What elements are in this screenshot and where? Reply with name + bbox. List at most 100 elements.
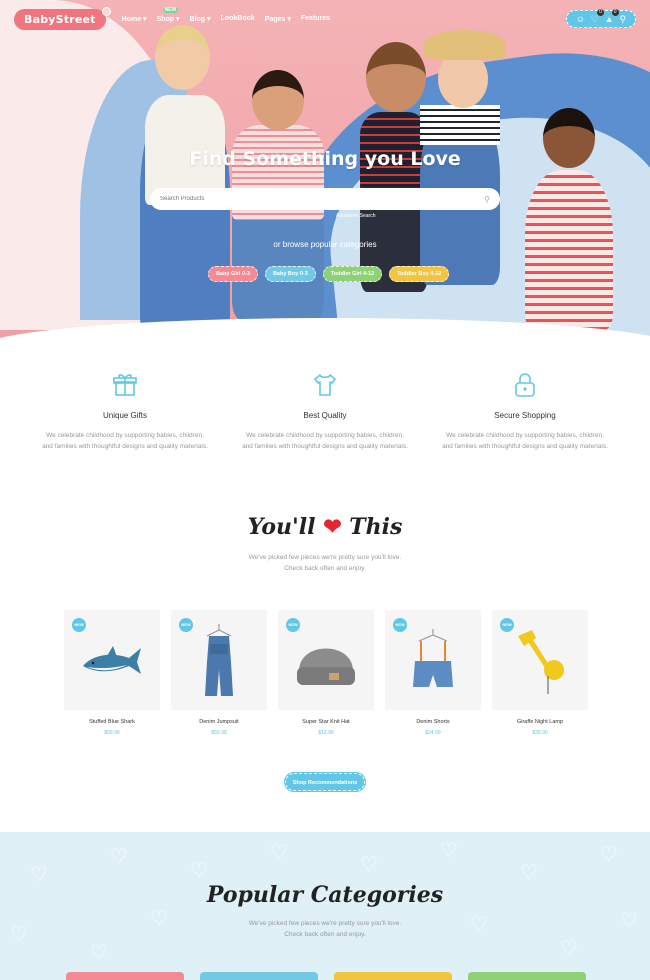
heart-icon[interactable]: ♡ 0 — [591, 8, 604, 25]
search-icon[interactable]: ⚲ — [484, 195, 490, 204]
section-subtitle: We've picked few pieces we're pretty sur… — [0, 552, 650, 574]
product-name[interactable]: Denim Shorts — [385, 719, 481, 725]
product-card[interactable]: NEW Giraffe Night Lamp $39.90 — [492, 610, 588, 736]
main-menu: Home ▾ NEW Shop ▾ Blog ▾ LookBook Pages ▾… — [122, 7, 330, 23]
menu-label: Shop — [156, 16, 175, 23]
product-name[interactable]: Stuffed Blue Shark — [64, 719, 160, 725]
heart-pattern-icon: ♡ — [600, 844, 618, 866]
category-tile[interactable] — [334, 972, 452, 980]
menu-item-features[interactable]: Features — [301, 15, 330, 23]
feature-text: We celebrate childhood by supporting bab… — [242, 432, 408, 450]
feature-text: We celebrate childhood by supporting bab… — [42, 432, 208, 450]
hero-title: Find Something you Love — [189, 148, 461, 170]
top-nav: BabyStreet Home ▾ NEW Shop ▾ Blog ▾ LookB… — [14, 6, 636, 30]
brand-name: BabyStreet — [24, 12, 96, 26]
features-row: Unique Gifts We celebrate childhood by s… — [40, 372, 610, 452]
denim-jumpsuit-image — [205, 624, 233, 696]
subtitle-line: We've picked few pieces we're pretty sur… — [248, 554, 402, 561]
product-price: $59.99 — [211, 730, 227, 736]
product-image[interactable]: NEW — [278, 610, 374, 710]
feature-item: Unique Gifts We celebrate childhood by s… — [40, 372, 210, 452]
new-badge: NEW — [162, 7, 179, 13]
product-grid: NEW Stuffed Blue Shark $59.99 NEW Denim … — [64, 610, 588, 736]
category-pill-toddler-boy[interactable]: Toddler Boy 4-12 — [389, 266, 450, 282]
menu-item-blog[interactable]: Blog ▾ — [190, 15, 211, 23]
product-card[interactable]: NEW Stuffed Blue Shark $59.99 — [64, 610, 160, 736]
logo-badge — [101, 6, 111, 16]
search-icon[interactable]: ⚲ — [619, 14, 626, 25]
feature-item: Best Quality We celebrate childhood by s… — [240, 372, 410, 452]
shop-recommendations-button[interactable]: Shop Recommendations — [285, 773, 365, 791]
product-image[interactable]: NEW — [171, 610, 267, 710]
new-badge: NEW — [72, 618, 86, 632]
product-card[interactable]: NEW Denim Jumpsuit $59.99 — [171, 610, 267, 736]
advanced-search-link[interactable]: Advanced Search — [336, 213, 375, 219]
shark-toy-image — [83, 646, 141, 674]
lock-icon — [515, 373, 535, 397]
product-image[interactable]: NEW — [64, 610, 160, 710]
product-price: $39.90 — [532, 730, 548, 736]
menu-label: Home — [121, 16, 142, 23]
search-input[interactable] — [160, 196, 485, 202]
product-card[interactable]: NEW Super Star Knit Hat $12.99 — [278, 610, 374, 736]
product-name[interactable]: Giraffe Night Lamp — [492, 719, 588, 725]
denim-shorts-image — [413, 629, 453, 687]
gift-icon — [113, 374, 137, 396]
new-badge: NEW — [179, 618, 193, 632]
product-name[interactable]: Denim Jumpsuit — [171, 719, 267, 725]
category-pill-toddler-girl[interactable]: Toddler Girl 4-12 — [322, 266, 383, 282]
menu-item-home[interactable]: Home ▾ — [122, 15, 147, 23]
subtitle-line: Check back often and enjoy. — [284, 565, 366, 572]
menu-label: Blog — [189, 16, 206, 23]
category-tiles — [66, 972, 586, 980]
title-part: This — [349, 514, 403, 540]
feature-title: Unique Gifts — [102, 411, 148, 420]
heart-pattern-icon: ♡ — [90, 942, 108, 964]
header-actions: ☺ ♡ 0 ▲ 0 ⚲ — [566, 8, 636, 28]
section-subtitle: We've picked few pieces we're pretty sur… — [0, 918, 650, 940]
menu-label: LookBook — [220, 15, 255, 22]
feature-item: Secure Shopping We celebrate childhood b… — [440, 372, 610, 452]
feature-title: Secure Shopping — [494, 411, 556, 420]
cart-icon[interactable]: ▲ 0 — [605, 9, 619, 24]
feature-text: We celebrate childhood by supporting bab… — [442, 432, 608, 450]
category-pill-baby-boy[interactable]: Baby Boy 0-3 — [264, 266, 316, 282]
brand-logo[interactable]: BabyStreet — [14, 6, 111, 30]
subtitle-line: We've picked few pieces we're pretty sur… — [248, 920, 402, 927]
product-image[interactable]: NEW — [492, 610, 588, 710]
category-pills: Baby Girl 0-3 Baby Boy 0-3 Toddler Girl … — [208, 266, 450, 282]
new-badge: NEW — [500, 618, 514, 632]
category-pill-baby-girl[interactable]: Baby Girl 0-3 — [208, 266, 258, 282]
product-name[interactable]: Super Star Knit Hat — [278, 719, 374, 725]
heart-pattern-icon: ♡ — [360, 854, 378, 876]
category-tile[interactable] — [66, 972, 184, 980]
product-image[interactable]: NEW — [385, 610, 481, 710]
heart-icon: ❤ — [323, 514, 342, 540]
subtitle-line: Check back often and enjoy. — [284, 931, 366, 938]
section-title-love: You'll ❤ This — [0, 514, 650, 540]
giraffe-lamp-image — [518, 630, 564, 694]
new-badge: NEW — [286, 618, 300, 632]
menu-item-shop[interactable]: NEW Shop ▾ — [156, 7, 180, 23]
menu-item-lookbook[interactable]: LookBook — [221, 15, 255, 23]
heart-pattern-icon: ♡ — [110, 846, 128, 868]
heart-pattern-icon: ♡ — [440, 840, 458, 862]
product-card[interactable]: NEW Denim Shorts $24.99 — [385, 610, 481, 736]
menu-item-pages[interactable]: Pages ▾ — [265, 15, 291, 23]
product-price: $24.99 — [425, 730, 441, 736]
heart-pattern-icon: ♡ — [190, 860, 208, 882]
popular-categories-section: ♡ ♡ ♡ ♡ ♡ ♡ ♡ ♡ ♡ ♡ ♡ ♡ ♡ ♡ Popular Cate… — [0, 832, 650, 980]
browse-categories-text: or browse popular categories — [273, 240, 377, 249]
hero-banner: BabyStreet Home ▾ NEW Shop ▾ Blog ▾ LookB… — [0, 0, 650, 345]
product-search: ⚲ — [150, 188, 500, 210]
knit-hat-image — [297, 648, 355, 685]
tshirt-icon — [314, 374, 336, 396]
menu-label: Features — [300, 15, 331, 22]
user-icon[interactable]: ☺ — [576, 14, 585, 24]
feature-title: Best Quality — [303, 411, 347, 420]
category-tile[interactable] — [468, 972, 586, 980]
section-title-popular: Popular Categories — [206, 882, 444, 908]
product-price: $12.99 — [318, 730, 334, 736]
category-tile[interactable] — [200, 972, 318, 980]
cart-count: 0 — [611, 9, 619, 16]
